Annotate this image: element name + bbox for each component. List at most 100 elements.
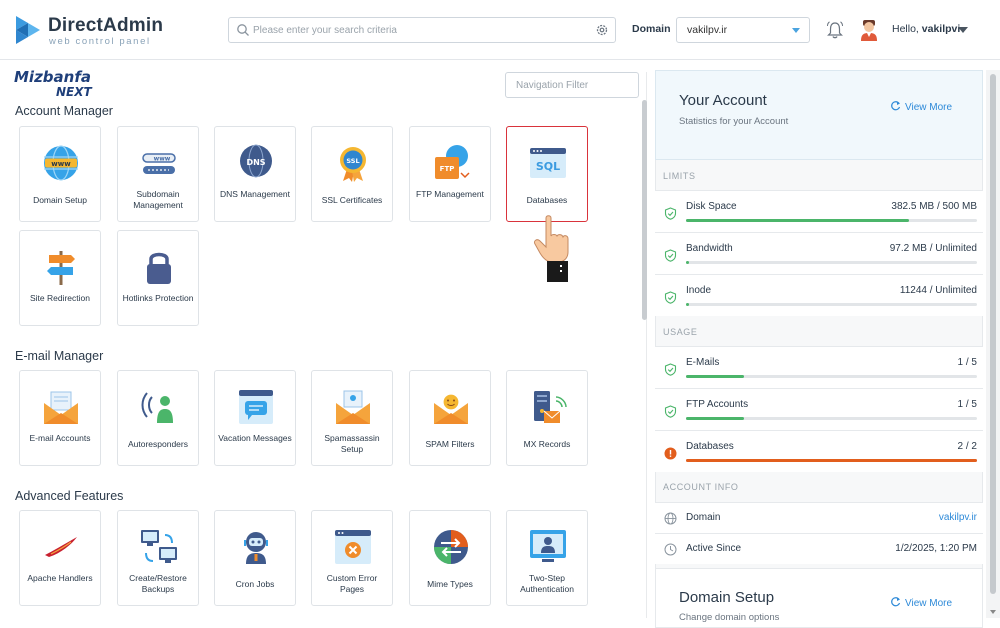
domain-setup-card: Domain Setup Change domain options View … <box>655 568 983 628</box>
clock-icon <box>664 543 677 556</box>
mime-types-icon <box>434 530 468 564</box>
usage-row: E-Mails 1 / 5 <box>655 346 983 388</box>
tile-label: MX Records <box>523 439 571 449</box>
directadmin-logo[interactable]: DirectAdmin web control panel <box>14 12 164 48</box>
vacation-message-icon <box>239 390 273 424</box>
logo-title: DirectAdmin <box>48 15 164 36</box>
account-domain-link[interactable]: vakilpv.ir <box>939 512 977 523</box>
tile-custom-error-pages[interactable]: Custom Error Pages <box>311 510 393 606</box>
apache-feather-icon <box>45 537 77 557</box>
search-box <box>228 17 616 43</box>
tile-label: Create/Restore Backups <box>129 573 187 594</box>
autoresponder-icon <box>141 392 173 423</box>
usage-progress-fill <box>686 459 977 462</box>
tile-subdomain-management[interactable]: www Subdomain Management <box>117 126 199 222</box>
right-scrollbar[interactable] <box>986 70 1000 618</box>
tile-dns-management[interactable]: DNS DNS Management <box>214 126 296 222</box>
avatar[interactable] <box>860 19 878 41</box>
right-scrollbar-thumb[interactable] <box>990 74 996 594</box>
svg-text:SSL: SSL <box>346 157 359 165</box>
gear-icon[interactable] <box>595 23 609 37</box>
tile-autoresponders[interactable]: Autoresponders <box>117 370 199 466</box>
scroll-down-arrow-icon[interactable] <box>990 610 996 614</box>
account-info-name: Active Since <box>686 543 742 554</box>
usage-progress-bar <box>686 375 977 378</box>
svg-text:FTP: FTP <box>440 165 455 173</box>
limit-name: Inode <box>686 285 712 296</box>
tile-create-restore-backups[interactable]: Create/Restore Backups <box>117 510 199 606</box>
limit-progress-bar <box>686 219 977 222</box>
tile-spamassassin-setup[interactable]: Spamassassin Setup <box>311 370 393 466</box>
view-more-label: View More <box>905 102 953 113</box>
logo-subtitle: web control panel <box>49 36 151 47</box>
dns-globe-icon: DNS <box>240 144 272 178</box>
tile-hotlinks-protection[interactable]: Hotlinks Protection <box>117 230 199 326</box>
tile-email-accounts[interactable]: E-mail Accounts <box>19 370 101 466</box>
tile-databases[interactable]: SQL Databases <box>506 126 588 222</box>
your-account-card: Your Account Statistics for your Account… <box>655 70 983 160</box>
search-input[interactable] <box>253 21 583 39</box>
tile-vacation-messages[interactable]: Vacation Messages <box>214 370 296 466</box>
brand-line1: Mizbanfa <box>14 68 91 86</box>
cron-robot-icon <box>244 532 268 564</box>
section-advanced-features: Advanced Features <box>15 489 124 503</box>
error-page-icon <box>335 530 371 564</box>
usage-name: FTP Accounts <box>686 399 749 410</box>
tile-label: Subdomain Management <box>133 189 183 210</box>
tile-cron-jobs[interactable]: Cron Jobs <box>214 510 296 606</box>
tile-label: Spamassassin Setup <box>324 433 380 454</box>
view-more-link[interactable]: View More <box>890 100 952 113</box>
two-step-auth-icon <box>530 530 566 562</box>
tile-apache-handlers[interactable]: Apache Handlers <box>19 510 101 606</box>
limit-progress-fill <box>686 219 909 222</box>
mizbanfa-next-logo: Mizbanfa NEXT <box>14 68 92 98</box>
usage-value: 1 / 5 <box>957 399 977 410</box>
account-info-label: ACCOUNT INFO <box>663 482 739 492</box>
check-shield-icon <box>664 363 677 376</box>
chevron-down-icon <box>792 28 800 33</box>
left-scrollbar-thumb[interactable] <box>642 100 647 320</box>
tile-label: Site Redirection <box>29 293 90 303</box>
pointing-hand-icon <box>534 215 569 282</box>
refresh-link-icon <box>891 101 901 111</box>
domain-label: Domain <box>632 23 671 35</box>
tile-ftp-management[interactable]: FTP FTP Management <box>409 126 491 222</box>
tile-label: SSL Certificates <box>321 195 383 205</box>
usage-name: Databases <box>686 441 734 452</box>
usage-row: FTP Accounts 1 / 5 <box>655 388 983 430</box>
limit-value: 11244 / Unlimited <box>899 285 977 296</box>
account-info-name: Domain <box>686 512 721 523</box>
usage-name: E-Mails <box>686 357 720 368</box>
directadmin-logo-icon <box>16 16 40 44</box>
usage-label: USAGE <box>663 327 698 337</box>
domain-select[interactable]: vakilpv.ir <box>676 17 810 43</box>
usage-progress-fill <box>686 417 745 420</box>
sql-database-icon: SQL <box>530 148 566 178</box>
tile-mx-records[interactable]: MX Records <box>506 370 588 466</box>
limit-row: Inode 11244 / Unlimited <box>655 274 983 316</box>
tile-mime-types[interactable]: Mime Types <box>409 510 491 606</box>
tile-label: Two-Step Authentication <box>520 573 574 594</box>
tile-ssl-certificates[interactable]: SSL SSL Certificates <box>311 126 393 222</box>
limit-progress-bar <box>686 261 977 264</box>
tile-site-redirection[interactable]: Site Redirection <box>19 230 101 326</box>
navigation-filter-input[interactable]: Navigation Filter <box>505 72 639 98</box>
account-info-domain-row: Domain vakilpv.ir <box>655 502 983 533</box>
tile-domain-setup[interactable]: www Domain Setup <box>19 126 101 222</box>
envelope-icon <box>44 391 78 424</box>
usage-row: Databases 2 / 2 <box>655 430 983 472</box>
user-menu-caret-icon[interactable] <box>958 27 968 33</box>
limit-name: Bandwidth <box>686 243 733 254</box>
domain-setup-view-more-link[interactable]: View More <box>890 596 952 609</box>
navigation-filter-placeholder: Navigation Filter <box>516 80 589 91</box>
tile-two-step-authentication[interactable]: Two-Step Authentication <box>506 510 588 606</box>
tile-label: Domain Setup <box>33 195 87 205</box>
limit-value: 382.5 MB / 500 MB <box>891 201 977 212</box>
tile-spam-filters[interactable]: SPAM Filters <box>409 370 491 466</box>
tile-label: Autoresponders <box>127 439 188 449</box>
svg-text:www: www <box>51 160 71 168</box>
user-greeting[interactable]: Hello, vakilpvi <box>892 23 960 35</box>
limits-label: LIMITS <box>663 171 696 181</box>
tile-label: Mime Types <box>427 579 473 589</box>
bell-icon[interactable] <box>826 20 844 40</box>
